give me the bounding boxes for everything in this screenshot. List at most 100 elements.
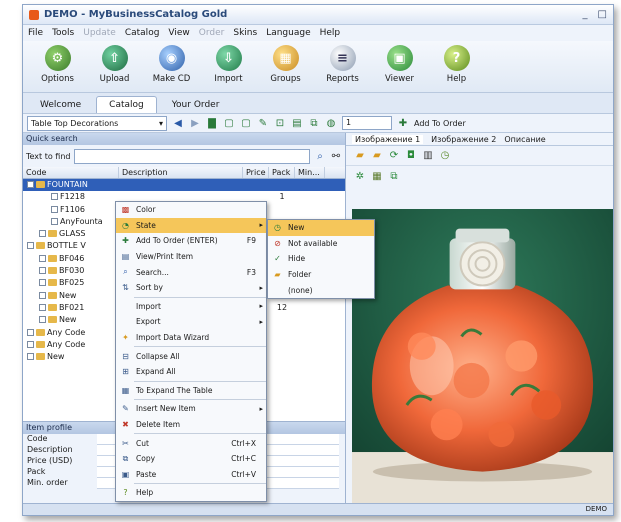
row-checkbox[interactable] xyxy=(39,279,46,287)
menu-separator xyxy=(134,346,266,348)
menu-item-delete-item[interactable]: ✖ Delete Item xyxy=(116,417,266,433)
film-icon[interactable]: ▥ xyxy=(422,150,434,162)
folder-icon xyxy=(36,340,45,348)
col-code[interactable]: Code xyxy=(23,167,119,178)
make-cd-button[interactable]: ◉ Make CD xyxy=(143,45,200,84)
help-toolbar-button[interactable]: ? Help xyxy=(428,45,485,84)
tab-image-2[interactable]: Изображение 2 xyxy=(431,135,496,144)
tab-welcome[interactable]: Welcome xyxy=(27,96,94,113)
menu-item-collapse-all[interactable]: ⊟ Collapse All xyxy=(116,348,266,364)
title-bar: DEMO - MyBusinessCatalog Gold _ □ xyxy=(23,5,613,25)
options-button[interactable]: ⚙ Options xyxy=(29,45,86,84)
row-checkbox[interactable] xyxy=(27,340,34,348)
menu-language[interactable]: Language xyxy=(266,28,310,38)
menu-item-view-print-item[interactable]: ▤ View/Print Item xyxy=(116,249,266,265)
gear-icon[interactable]: ✲ xyxy=(354,170,366,182)
reports-button[interactable]: ≡ Reports xyxy=(314,45,371,84)
row-checkbox[interactable] xyxy=(27,181,34,188)
open-folder2-icon[interactable]: ▰ xyxy=(371,150,383,162)
table-row[interactable]: FOUNTAIN xyxy=(23,179,345,192)
menu-item-not-available[interactable]: ⊘ Not available xyxy=(268,236,374,252)
add-to-order-button[interactable]: Add To Order xyxy=(414,119,466,128)
product-image xyxy=(352,209,613,503)
col-price[interactable]: Price xyxy=(243,167,269,178)
quantity-field[interactable]: 1 xyxy=(342,116,392,130)
upload-button[interactable]: ⇧ Upload xyxy=(86,45,143,84)
menu-view[interactable]: View xyxy=(168,28,189,38)
menu-item-insert-new-item[interactable]: ✎ Insert New Item ▸ xyxy=(116,401,266,417)
col-min[interactable]: Min... xyxy=(295,167,325,178)
menu-item-help[interactable]: ? Help xyxy=(116,485,266,501)
row-checkbox[interactable] xyxy=(39,254,46,262)
menu-item-to-expand-the-table[interactable]: ▦ To Expand The Table xyxy=(116,383,266,399)
row-checkbox[interactable] xyxy=(39,303,46,311)
binoculars-icon[interactable]: ⚯ xyxy=(330,150,342,162)
menu-item-none[interactable]: (none) xyxy=(268,282,374,298)
row-checkbox[interactable] xyxy=(39,291,46,299)
row-checkbox[interactable] xyxy=(27,328,34,336)
menu-item-new[interactable]: ◷ New xyxy=(268,220,374,236)
clock-icon[interactable]: ◷ xyxy=(439,150,451,162)
menu-item-add-to-order-enter[interactable]: ✚ Add To Order (ENTER) F9 xyxy=(116,233,266,249)
menu-tools[interactable]: Tools xyxy=(52,28,74,38)
row-checkbox[interactable] xyxy=(39,316,46,324)
globe-icon[interactable]: ◍ xyxy=(325,117,337,129)
menu-item-label: To Expand The Table xyxy=(136,385,213,395)
row-checkbox[interactable] xyxy=(51,217,58,225)
groups-button[interactable]: ▦ Groups xyxy=(257,45,314,84)
menu-item-hide[interactable]: ✓ Hide xyxy=(268,251,374,267)
menu-item-color[interactable]: ▩ Color xyxy=(116,202,266,218)
copy-image-icon[interactable]: ⧉ xyxy=(388,170,400,182)
maximize-button[interactable]: □ xyxy=(598,9,607,20)
search-input[interactable] xyxy=(74,148,310,164)
camera-icon[interactable]: ◘ xyxy=(405,150,417,162)
tab-catalog[interactable]: Catalog xyxy=(96,96,157,113)
back-arrow-icon[interactable]: ◀ xyxy=(172,117,184,129)
row-checkbox[interactable] xyxy=(39,230,46,238)
layout-icon[interactable]: ▤ xyxy=(291,117,303,129)
save-icon[interactable]: ▇ xyxy=(206,117,218,129)
open-folder-icon[interactable]: ▰ xyxy=(354,150,366,162)
refresh-icon[interactable]: ⟳ xyxy=(388,150,400,162)
menu-item-state[interactable]: ◔ State ▸ xyxy=(116,217,266,234)
col-pack[interactable]: Pack xyxy=(269,167,295,178)
row-checkbox[interactable] xyxy=(27,242,34,250)
category-select[interactable]: Table Top Decorations xyxy=(27,115,167,131)
tab-your-order[interactable]: Your Order xyxy=(159,96,233,113)
menu-item-sort-by[interactable]: ⇅ Sort by ▸ xyxy=(116,280,266,296)
menu-item-paste[interactable]: ▣ Paste Ctrl+V xyxy=(116,467,266,483)
menu-item-cut[interactable]: ✂ Cut Ctrl+X xyxy=(116,435,266,451)
page-icon[interactable]: ▢ xyxy=(223,117,235,129)
row-checkbox[interactable] xyxy=(39,267,46,275)
menu-item-import[interactable]: Import ▸ xyxy=(116,299,266,315)
menu-help[interactable]: Help xyxy=(320,28,341,38)
forward-arrow-icon[interactable]: ▶ xyxy=(189,117,201,129)
menu-item-import-data-wizard[interactable]: ✦ Import Data Wizard xyxy=(116,330,266,346)
col-description[interactable]: Description xyxy=(119,167,243,178)
tab-description[interactable]: Описание xyxy=(504,135,545,144)
tab-image-1[interactable]: Изображение 1 xyxy=(352,134,424,144)
menu-item-copy[interactable]: ⧉ Copy Ctrl+C xyxy=(116,451,266,467)
viewer-button[interactable]: ▣ Viewer xyxy=(371,45,428,84)
expand-view-icon[interactable]: ⊡ xyxy=(274,117,286,129)
menu-item-expand-all[interactable]: ⊞ Expand All xyxy=(116,364,266,380)
menu-item-export[interactable]: Export ▸ xyxy=(116,314,266,330)
row-pack: 12 xyxy=(276,302,288,312)
row-checkbox[interactable] xyxy=(51,205,58,213)
menu-item-label: Expand All xyxy=(136,367,176,377)
menu-item-search[interactable]: ⌕ Search... F3 xyxy=(116,264,266,280)
row-checkbox[interactable] xyxy=(51,193,58,201)
page2-icon[interactable]: ▢ xyxy=(240,117,252,129)
import-button[interactable]: ⇩ Import xyxy=(200,45,257,84)
menu-item-folder[interactable]: ▰ Folder xyxy=(268,267,374,283)
menu-skins[interactable]: Skins xyxy=(233,28,257,38)
menu-file[interactable]: File xyxy=(28,28,43,38)
row-checkbox[interactable] xyxy=(27,353,34,361)
grid-icon[interactable]: ▦ xyxy=(371,170,383,182)
copy-icon: ⧉ xyxy=(122,453,129,463)
find-icon[interactable]: ⌕ xyxy=(314,150,326,162)
minimize-button[interactable]: _ xyxy=(583,9,588,20)
filter-icon[interactable]: ⧉ xyxy=(308,117,320,129)
menu-catalog[interactable]: Catalog xyxy=(125,28,160,38)
edit-icon[interactable]: ✎ xyxy=(257,117,269,129)
